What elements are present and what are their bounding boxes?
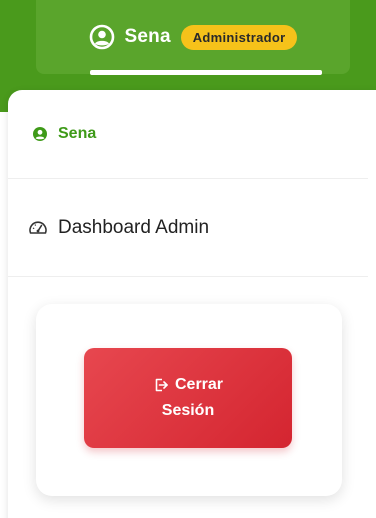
user-circle-icon <box>89 24 115 50</box>
user-name: Sena <box>124 26 171 47</box>
logout-label-line2: Sesión <box>161 402 215 419</box>
divider <box>8 276 368 277</box>
logout-icon <box>153 377 169 393</box>
menu-item-dashboard-label: Dashboard Admin <box>58 217 210 238</box>
menu-item-dashboard-admin[interactable]: Dashboard Admin <box>8 180 368 276</box>
active-indicator <box>90 70 322 75</box>
user-circle-icon <box>32 126 48 142</box>
divider <box>8 178 368 179</box>
user-menu-toggle[interactable]: Sena Administrador <box>36 0 350 74</box>
logout-label-line1: Cerrar <box>174 376 224 393</box>
logout-button-line1: Cerrar <box>153 372 223 398</box>
speedometer-icon <box>28 219 48 237</box>
user-dropdown-menu: Sena Dashboard Admin Cerrar Sesión <box>8 90 376 518</box>
menu-item-profile[interactable]: Sena <box>8 90 368 178</box>
menu-item-profile-label: Sena <box>58 125 97 142</box>
page: Sena Administrador Sena Dashboard Admin … <box>0 0 376 518</box>
role-badge: Administrador <box>180 24 298 50</box>
logout-button[interactable]: Cerrar Sesión <box>84 348 292 448</box>
logout-card: Cerrar Sesión <box>36 304 342 496</box>
